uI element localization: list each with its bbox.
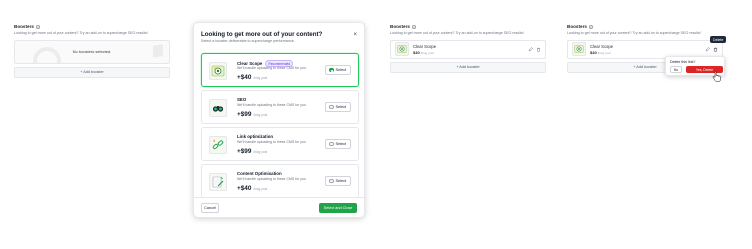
boosters-title: Boosters i xyxy=(14,24,170,30)
booster-info: Clear Scope $40/blog post xyxy=(413,44,528,55)
edit-icon[interactable] xyxy=(705,46,710,52)
popover-title: Delete this link? xyxy=(670,60,696,64)
option-name: SEO xyxy=(237,97,246,102)
info-icon[interactable]: i xyxy=(411,24,416,30)
binoculars-icon xyxy=(209,99,227,117)
booster-modal: Looking to get more out of your content?… xyxy=(193,22,365,218)
boosters-title: Boosters i xyxy=(567,24,723,30)
delete-tooltip: Delete xyxy=(710,36,727,43)
select-button[interactable]: Select xyxy=(325,102,351,112)
option-price: +$99 /blog post xyxy=(237,111,267,118)
boosters-panel-selected: Boosters i Looking to get more out of yo… xyxy=(390,24,546,73)
hand-cursor-icon xyxy=(712,69,721,87)
booster-price: $40/blog post xyxy=(590,50,705,55)
info-icon[interactable]: i xyxy=(588,24,593,30)
clear-scope-icon xyxy=(395,42,409,56)
booster-name: Clear Scope xyxy=(590,43,614,49)
option-price-value: +$99 xyxy=(237,148,252,155)
option-name: Link optimization xyxy=(237,134,273,139)
option-price-unit: /blog post xyxy=(253,113,268,117)
boosters-title-text: Boosters xyxy=(14,24,34,29)
footer-divider xyxy=(194,197,364,198)
option-price: +$40 /blog post xyxy=(237,185,267,192)
booster-name: Clear Scope xyxy=(413,43,437,49)
select-button[interactable]: Select xyxy=(325,176,351,186)
option-price-unit: /blog post xyxy=(253,150,268,154)
select-label: Select xyxy=(335,142,347,146)
booster-info: Clear Scope $40/blog post xyxy=(590,44,705,55)
info-icon[interactable]: i xyxy=(35,24,40,30)
radio-unchecked-icon xyxy=(329,104,334,110)
option-content-optimisation[interactable]: Content Optimisation We'll handle upload… xyxy=(201,164,359,198)
booster-price: $40/blog post xyxy=(413,50,528,55)
option-clear-scope[interactable]: Clear Scope Recommended We'll handle upl… xyxy=(201,53,359,87)
option-price: +$40 /blog post xyxy=(237,74,267,81)
option-price-unit: /blog post xyxy=(253,76,268,80)
empty-text: No boosters selected. xyxy=(72,49,112,54)
radio-unchecked-icon xyxy=(329,178,334,184)
booster-price-value: $40 xyxy=(590,49,597,55)
option-description: We'll handle uploading to these CMS for … xyxy=(237,66,306,70)
trash-icon[interactable] xyxy=(713,46,718,52)
option-price-value: +$99 xyxy=(237,111,252,118)
option-name: Content Optimisation xyxy=(237,171,282,176)
select-label: Select xyxy=(335,179,347,183)
option-price: +$99 /blog post xyxy=(237,148,267,155)
option-name-text: SEO xyxy=(237,97,247,102)
empty-illustration-icon xyxy=(33,46,61,63)
clear-scope-icon xyxy=(572,42,586,56)
select-and-close-button[interactable]: Select and Close xyxy=(319,203,357,213)
select-button[interactable]: Select xyxy=(325,65,351,75)
empty-boosters-box: No boosters selected. xyxy=(14,39,170,64)
option-link-optimization[interactable]: Link optimization We'll handle uploading… xyxy=(201,127,359,161)
select-button[interactable]: Select xyxy=(325,139,351,149)
edit-icon[interactable] xyxy=(528,46,533,52)
booster-row: Clear Scope $40/blog post xyxy=(390,39,546,59)
select-label: Select xyxy=(335,68,347,72)
boosters-subtitle: Looking to get more out of your content?… xyxy=(14,30,148,35)
close-icon[interactable]: × xyxy=(353,32,357,38)
boosters-panel-empty: Boosters i Looking to get more out of yo… xyxy=(14,24,170,78)
booster-price-unit: /blog post xyxy=(420,50,434,55)
option-price-value: +$40 xyxy=(237,74,252,81)
select-label: Select xyxy=(335,105,347,109)
boosters-title: Boosters i xyxy=(390,24,546,30)
boosters-title-text: Boosters xyxy=(567,24,587,29)
add-booster-button[interactable]: + Add booster xyxy=(390,61,546,73)
option-price-value: +$40 xyxy=(237,185,252,192)
add-booster-button[interactable]: + Add booster xyxy=(14,66,170,78)
modal-title: Looking to get more out of your content? xyxy=(201,31,323,38)
boosters-title-text: Boosters xyxy=(390,24,410,29)
empty-illustration-doc-icon xyxy=(153,43,163,58)
option-name-text: Link optimization xyxy=(237,134,274,139)
link-icon xyxy=(209,136,227,154)
option-price-unit: /blog post xyxy=(253,187,268,191)
content-edit-icon xyxy=(209,173,227,191)
radio-unchecked-icon xyxy=(329,141,334,147)
option-description: We'll handle uploading to these CMS for … xyxy=(237,177,306,181)
option-seo[interactable]: SEO We'll handle uploading to these CMS … xyxy=(201,90,359,124)
clear-scope-icon xyxy=(209,62,227,80)
cancel-button[interactable]: Cancel xyxy=(201,203,219,213)
option-description: We'll handle uploading to these CMS for … xyxy=(237,103,306,107)
row-actions xyxy=(705,46,718,52)
trash-icon[interactable] xyxy=(536,47,541,52)
no-button[interactable]: No xyxy=(670,66,682,73)
booster-price-unit: /blog post xyxy=(597,50,611,55)
radio-checked-icon xyxy=(329,67,334,73)
option-description: We'll handle uploading to these CMS for … xyxy=(237,140,306,144)
modal-subtitle: Select a booster deliverable to supercha… xyxy=(201,39,295,43)
boosters-subtitle: Looking to get more out of your content?… xyxy=(390,30,524,35)
row-actions xyxy=(528,46,541,52)
booster-price-value: $40 xyxy=(413,49,420,55)
boosters-subtitle: Looking to get more out of your content?… xyxy=(567,30,701,35)
option-name-text: Content Optimisation xyxy=(237,171,282,176)
